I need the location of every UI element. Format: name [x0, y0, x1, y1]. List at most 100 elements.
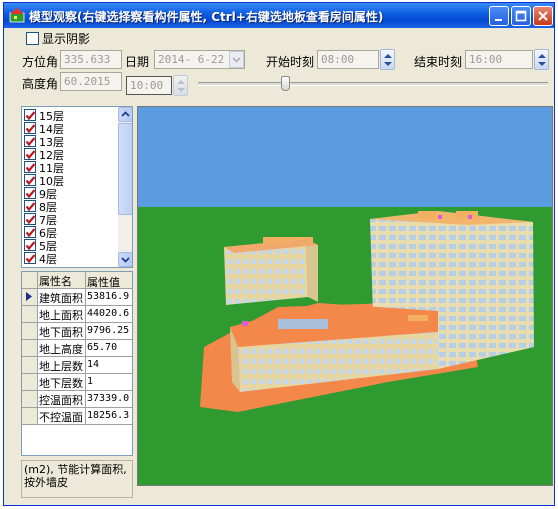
current-time-field[interactable]: 10:00: [126, 76, 172, 95]
floor-checkbox[interactable]: [24, 226, 36, 238]
property-row[interactable]: 地下面积 9796.25: [22, 323, 132, 340]
title-bar[interactable]: 模型观察(右键选择察看构件属性, Ctrl+右键选地板查看房间属性): [4, 3, 554, 28]
maximize-icon: [515, 10, 527, 22]
property-row[interactable]: 建筑面积 53816.9: [22, 289, 132, 306]
azimuth-label: 方位角: [22, 55, 59, 69]
property-row[interactable]: 控温面积 37339.0: [22, 391, 132, 408]
property-name-cell: 地上高度: [38, 340, 86, 357]
check-icon: [25, 163, 36, 173]
property-value-cell: 44020.6: [86, 306, 132, 323]
start-time-label: 开始时刻: [266, 55, 315, 69]
floor-checkbox[interactable]: [24, 148, 36, 160]
building-model-render[interactable]: [138, 107, 553, 486]
property-value-cell: 18256.3: [86, 408, 132, 425]
minimize-icon: [495, 19, 502, 21]
floor-checkbox[interactable]: [24, 135, 36, 147]
row-indicator: [22, 306, 38, 323]
property-grid: 属性名 属性值 建筑面积 53816.9 地上面积 44020.6 地下面积 9796.2…: [21, 271, 133, 456]
scroll-up-button[interactable]: [118, 107, 132, 122]
property-name-cell: 地上面积: [38, 306, 86, 323]
model-view-window: 模型观察(右键选择察看构件属性, Ctrl+右键选地板查看房间属性) 显示阴影 …: [3, 2, 555, 506]
check-icon: [25, 176, 36, 186]
chevron-up-icon: [121, 111, 130, 117]
check-icon: [25, 202, 36, 212]
spinner-arrows-icon: [384, 54, 392, 66]
spinner-arrows-icon: [538, 54, 546, 66]
check-icon: [25, 254, 36, 264]
close-button[interactable]: [533, 6, 553, 26]
end-time-field[interactable]: 16:00: [465, 50, 533, 69]
start-time-field[interactable]: 08:00: [317, 50, 379, 69]
property-name-cell: 控温面积: [38, 391, 86, 408]
check-icon: [25, 111, 36, 121]
property-row[interactable]: 不控温面 18256.3: [22, 408, 132, 425]
scroll-thumb[interactable]: [118, 123, 132, 215]
floor-checkbox[interactable]: [24, 239, 36, 251]
row-indicator: [22, 289, 38, 306]
spinner-arrows-icon: [177, 80, 185, 92]
time-slider-thumb[interactable]: [281, 76, 290, 91]
floor-checkbox[interactable]: [24, 213, 36, 225]
row-indicator: [22, 357, 38, 374]
row-indicator: [22, 340, 38, 357]
property-description: (m2), 节能计算面积, 按外墙皮: [21, 460, 133, 498]
property-value-cell: 1: [86, 374, 132, 391]
check-icon: [25, 150, 36, 160]
floor-checkbox[interactable]: [24, 109, 36, 121]
property-row[interactable]: 地上面积 44020.6: [22, 306, 132, 323]
property-row[interactable]: 地上高度 65.70: [22, 340, 132, 357]
property-grid-header: 属性名 属性值: [22, 272, 132, 289]
floor-checkbox[interactable]: [24, 187, 36, 199]
left-tower: [224, 237, 318, 305]
property-name-cell: 地下层数: [38, 374, 86, 391]
start-time-spinner[interactable]: [380, 49, 395, 70]
row-pointer-icon: [26, 292, 32, 301]
scroll-down-button[interactable]: [118, 252, 132, 267]
window-title: 模型观察(右键选择察看构件属性, Ctrl+右键选地板查看房间属性): [29, 10, 384, 24]
current-time-spinner[interactable]: [173, 75, 188, 96]
check-icon: [25, 215, 36, 225]
property-name-cell: 地下面积: [38, 323, 86, 340]
floor-label: 4层: [39, 253, 57, 266]
chevron-down-icon: [232, 57, 241, 63]
row-indicator: [22, 323, 38, 340]
row-indicator: [22, 374, 38, 391]
minimize-button[interactable]: [489, 6, 509, 26]
show-shadow-label: 显示阴影: [42, 32, 91, 46]
property-value-cell: 14: [86, 357, 132, 374]
floor-checkbox[interactable]: [24, 122, 36, 134]
property-row[interactable]: 地下层数 1: [22, 374, 132, 391]
property-value-cell: 53816.9: [86, 289, 132, 306]
check-icon: [25, 124, 36, 134]
azimuth-field[interactable]: 335.633: [60, 50, 122, 69]
property-name-cell: 地上层数: [38, 357, 86, 374]
property-value-header: 属性值: [86, 272, 132, 289]
altitude-label: 高度角: [22, 77, 59, 91]
time-slider-track[interactable]: [198, 82, 548, 86]
floor-checkbox[interactable]: [24, 161, 36, 173]
close-icon: [538, 11, 548, 21]
altitude-field[interactable]: 60.2015: [60, 72, 122, 91]
property-name-header: 属性名: [38, 272, 86, 289]
date-dropdown-button[interactable]: [229, 51, 244, 68]
check-icon: [25, 189, 36, 199]
floor-checkbox[interactable]: [24, 200, 36, 212]
floor-checkbox[interactable]: [24, 174, 36, 186]
floor-list: 15层 14层 13层 12层 11层 10层 9层 8层 7层 6层 5层 4层: [21, 106, 133, 268]
row-indicator: [22, 391, 38, 408]
floor-list-scrollbar[interactable]: [118, 107, 132, 267]
end-time-spinner[interactable]: [534, 49, 549, 70]
property-value-cell: 9796.25: [86, 323, 132, 340]
property-name-cell: 建筑面积: [38, 289, 86, 306]
property-row[interactable]: 地上层数 14: [22, 357, 132, 374]
show-shadow-checkbox[interactable]: [26, 32, 39, 45]
sky: [138, 107, 552, 207]
check-icon: [25, 241, 36, 251]
floor-checkbox[interactable]: [24, 252, 36, 264]
check-icon: [25, 137, 36, 147]
chevron-down-icon: [121, 257, 130, 263]
model-viewport[interactable]: [137, 106, 553, 486]
end-time-label: 结束时刻: [414, 55, 463, 69]
property-value-cell: 37339.0: [86, 391, 132, 408]
maximize-button[interactable]: [511, 6, 531, 26]
